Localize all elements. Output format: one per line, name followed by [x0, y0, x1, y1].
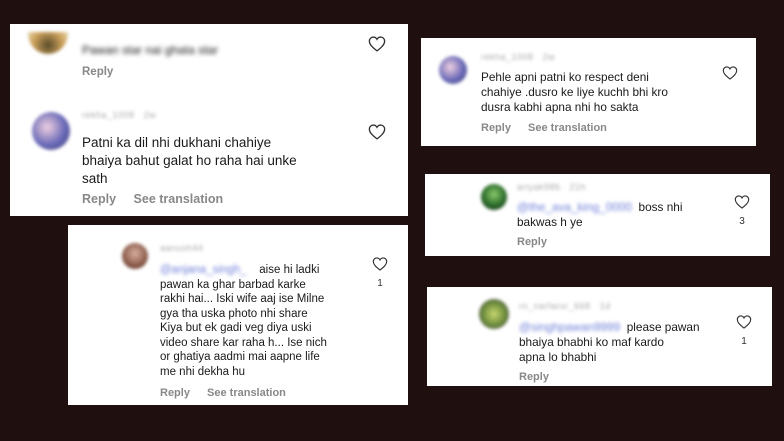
like-heart-icon[interactable] [736, 315, 752, 329]
comment-line: apna lo bhabhi [519, 350, 597, 364]
username-text[interactable]: rekha_1008 [481, 52, 534, 62]
comment-line: bhaiya bahut galat ho raha hai unke [82, 153, 297, 168]
comment-text: @the_ava_king_0000 boss nhi bakwas h ye [517, 200, 682, 230]
comment-line: dusra kabhi apna nhi ho sakta [481, 100, 639, 114]
comment-line: gya tha uska photo nhi share [160, 307, 308, 320]
comment-line: rakhi hai... Iski wife aaj ise Milne [160, 293, 325, 305]
username[interactable]: ariyak986 21h [517, 182, 586, 192]
comment-card-3: rekha_1008 2w Pehle apni patni ko respec… [421, 38, 756, 146]
comment-line: Kiya but ek gadi veg diya uski [160, 322, 312, 334]
reply-button[interactable]: Reply [160, 387, 190, 399]
like-count: 3 [739, 216, 745, 227]
avatar[interactable] [32, 112, 70, 150]
comment-line: please pawan [626, 320, 700, 334]
reply-button[interactable]: Reply [481, 122, 511, 134]
comment-text: Pehle apni patni ko respect deni chahiye… [481, 70, 668, 115]
comment-line: aise hi ladki [259, 264, 320, 276]
comment-card-1: Pawan star nai ghata star Reply rekha_10… [10, 24, 408, 216]
username[interactable]: rekha_1008 2w [82, 110, 156, 120]
avatar[interactable] [122, 243, 148, 269]
reply-button[interactable]: Reply [82, 66, 113, 78]
reply-button[interactable]: Reply [519, 371, 549, 383]
username[interactable]: rekha_1008 2w [481, 52, 555, 62]
comment-line: or ghatiya aadmi mai aapne life [160, 351, 320, 363]
like-heart-icon[interactable] [368, 36, 386, 52]
like-heart-icon[interactable] [734, 195, 750, 209]
see-translation-link[interactable]: See translation [528, 122, 607, 134]
mention-link[interactable]: @anjana_singh_ [160, 264, 247, 276]
comment-line: Pehle apni patni ko respect deni [481, 70, 649, 84]
avatar[interactable] [479, 299, 509, 329]
like-count: 1 [741, 336, 747, 347]
mention-link[interactable]: @the_ava_king_0000 [517, 200, 632, 214]
timestamp: 2w [542, 52, 556, 62]
comment-card-5: rn_narfarsr_668 1d @singhpawan9999 pleas… [427, 287, 772, 386]
reply-button[interactable]: Reply [82, 192, 116, 206]
comment-line: boss nhi [638, 200, 683, 214]
timestamp: 21h [569, 182, 587, 192]
comment-card-4: ariyak986 21h @the_ava_king_0000 boss nh… [425, 174, 770, 256]
comment-line: bakwas h ye [517, 215, 583, 229]
avatar[interactable] [439, 56, 467, 84]
top-comment-text: Pawan star nai ghata star [82, 43, 219, 57]
like-count: 1 [377, 278, 383, 289]
avatar[interactable] [481, 184, 507, 210]
timestamp: 1d [599, 301, 611, 311]
comment-line: chahiye .dusro ke liye kuchh bhi kro [481, 85, 668, 99]
comment-line: video share kar raha h... Ise nich [160, 336, 327, 349]
timestamp: 2w [143, 110, 157, 120]
username[interactable]: rn_narfarsr_668 1d [519, 301, 611, 311]
comment-line: Patni ka dil nhi dukhani chahiye [82, 135, 272, 150]
see-translation-link[interactable]: See translation [207, 387, 286, 399]
comment-text: @singhpawan9999 please pawan bhaiya bhab… [519, 320, 700, 365]
comment-line: bhaiya bhabhi ko maf kardo [519, 335, 664, 349]
like-heart-icon[interactable] [722, 66, 738, 80]
see-translation-link[interactable]: See translation [134, 192, 224, 206]
comment-text: @anjana_singh_ aise hi ladki pawan ka gh… [160, 263, 327, 379]
username-text[interactable]: aanush44 [160, 243, 204, 253]
like-heart-icon[interactable] [372, 257, 388, 271]
comment-line: sath [82, 171, 108, 186]
username-text[interactable]: rn_narfarsr_668 [519, 301, 591, 311]
like-heart-icon[interactable] [368, 124, 386, 140]
reply-button[interactable]: Reply [517, 236, 547, 248]
username-text[interactable]: rekha_1008 [82, 110, 135, 120]
mention-link[interactable]: @singhpawan9999 [519, 320, 620, 334]
comment-line: me nhi dekha hu [160, 365, 246, 378]
comment-text: Patni ka dil nhi dukhani chahiye bhaiya … [82, 134, 297, 188]
comment-line: pawan ka ghar barbad karke [160, 278, 306, 291]
comment-card-2: aanush44 @anjana_singh_ aise hi ladki pa… [68, 225, 408, 405]
avatar[interactable] [28, 32, 68, 54]
username-text[interactable]: ariyak986 [517, 182, 561, 192]
